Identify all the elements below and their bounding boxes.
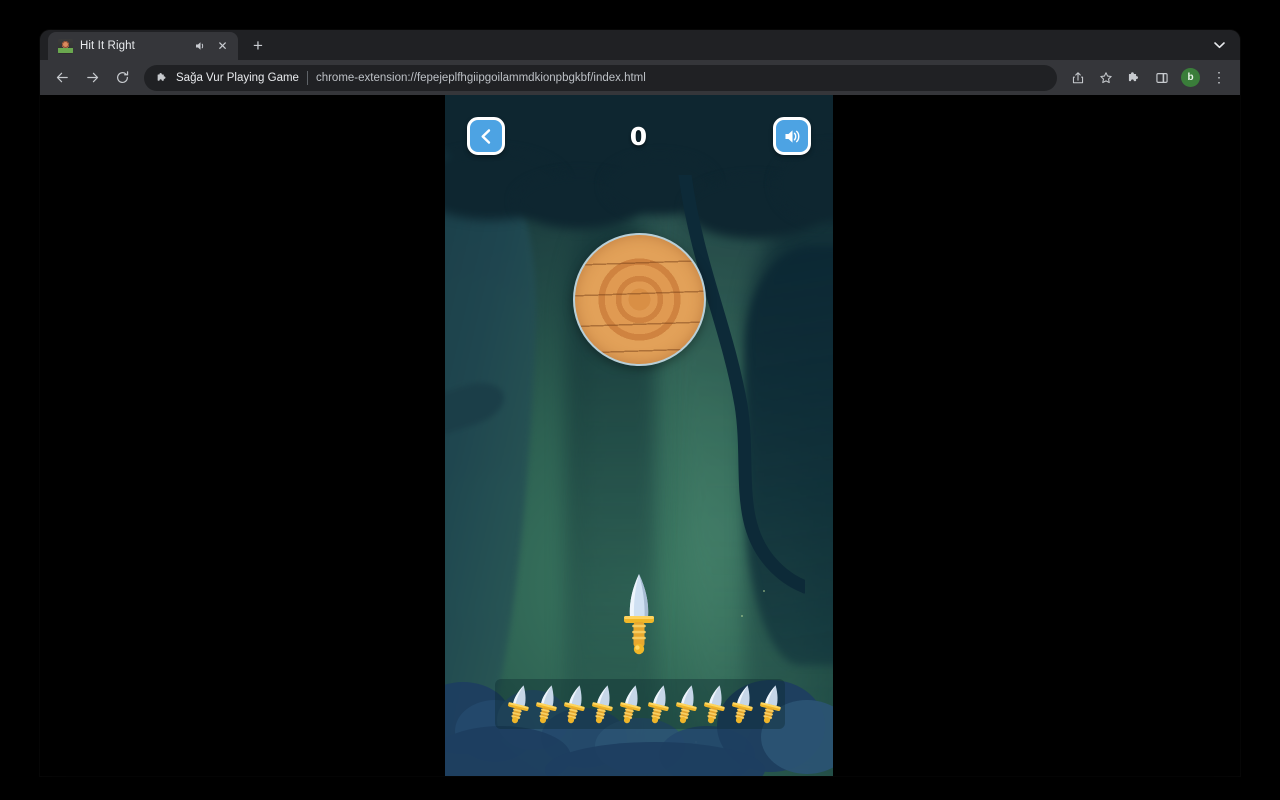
game-hud: 0 xyxy=(445,111,833,161)
canopy-blob xyxy=(605,155,715,215)
back-nav-icon[interactable] xyxy=(48,64,76,92)
back-button[interactable] xyxy=(467,117,505,155)
canopy-blob xyxy=(685,177,825,239)
sparkle xyxy=(741,615,743,617)
score-display: 0 xyxy=(629,121,649,151)
reload-icon[interactable] xyxy=(108,64,136,92)
browser-tab[interactable]: Hit It Right ✕ xyxy=(48,32,238,60)
tab-title: Hit It Right xyxy=(80,40,135,52)
side-panel-icon[interactable] xyxy=(1149,65,1175,91)
tree-branch-silhouette xyxy=(445,375,510,435)
page-viewport: 0 xyxy=(40,95,1240,776)
game-stage[interactable]: 0 xyxy=(445,95,833,776)
share-icon[interactable] xyxy=(1065,65,1091,91)
wooden-target[interactable] xyxy=(573,233,706,366)
avatar[interactable]: b xyxy=(1181,68,1200,87)
extensions-icon[interactable] xyxy=(1121,65,1147,91)
address-bar[interactable]: Sağa Vur Playing Game chrome-extension:/… xyxy=(144,64,1057,91)
extensions-puzzle-icon xyxy=(156,72,168,84)
new-tab-button[interactable]: + xyxy=(244,31,272,59)
sparkle xyxy=(695,741,697,743)
rack-knife xyxy=(755,682,788,727)
forward-nav-icon[interactable] xyxy=(78,64,106,92)
chevron-down-icon[interactable] xyxy=(1208,34,1230,56)
sound-toggle-button[interactable] xyxy=(773,117,811,155)
active-knife[interactable] xyxy=(622,573,656,659)
browser-window: Hit It Right ✕ + Sağa Vur Playing Game c… xyxy=(40,30,1240,776)
vine-silhouette xyxy=(745,245,833,665)
canopy-blob xyxy=(515,173,645,229)
omnibox-divider xyxy=(306,70,308,85)
site-name-label: Sağa Vur Playing Game xyxy=(176,71,299,84)
target-wood-grain xyxy=(575,235,704,364)
knife-rack xyxy=(495,679,785,729)
url-text: chrome-extension://fepejeplfhgiipgoilamm… xyxy=(315,71,646,84)
speaker-icon[interactable] xyxy=(194,39,208,53)
browser-toolbar: Sağa Vur Playing Game chrome-extension:/… xyxy=(40,60,1240,95)
close-icon[interactable]: ✕ xyxy=(215,39,230,54)
bookmark-star-icon[interactable] xyxy=(1093,65,1119,91)
sparkle xyxy=(763,590,765,592)
browser-menu-icon[interactable]: ⋮ xyxy=(1206,65,1232,91)
game-favicon xyxy=(58,38,73,54)
tab-strip: Hit It Right ✕ + xyxy=(40,30,1240,60)
